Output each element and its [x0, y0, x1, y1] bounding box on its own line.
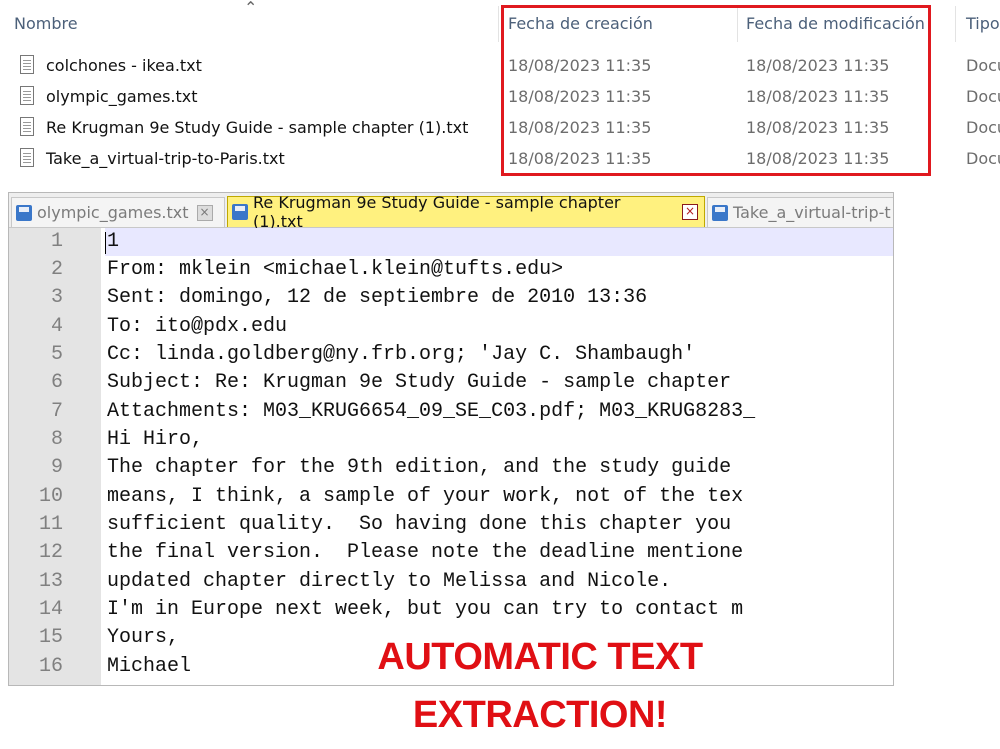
text-editor-area[interactable]: 1 From: mklein <michael.klein@tufts.edu>…: [105, 228, 893, 685]
date-columns-highlight: [501, 5, 931, 176]
column-divider[interactable]: [955, 6, 956, 42]
line-number: 11: [38, 513, 63, 536]
tab-label: olympic_games.txt: [37, 203, 189, 222]
text-line: I'm in Europe next week, but you can try…: [107, 598, 744, 621]
text-line: 1: [107, 230, 120, 253]
line-number: 14: [38, 598, 63, 621]
column-header-type[interactable]: Tipo: [966, 0, 1000, 46]
file-name: Take_a_virtual-trip-to-Paris.txt: [46, 149, 285, 168]
text-line: Sent: domingo, 12 de septiembre de 2010 …: [107, 286, 648, 309]
sort-ascending-icon: ⌃: [244, 0, 258, 17]
banner-line-1: AUTOMATIC TEXT: [377, 636, 703, 678]
tab-virtual-trip-paris[interactable]: Take_a_virtual-trip-t: [707, 197, 893, 227]
text-line: To: ito@pdx.edu: [107, 315, 288, 338]
file-type: Docu: [966, 118, 1000, 137]
file-explorer: ⌃ Nombre Fecha de creación Fecha de modi…: [0, 0, 1000, 186]
tab-label: Take_a_virtual-trip-t: [733, 203, 891, 222]
text-line: Michael: [107, 655, 192, 678]
text-caret: [105, 232, 106, 254]
text-line: the final version. Please note the deadl…: [107, 541, 744, 564]
line-number: 3: [50, 286, 63, 309]
text-line: Cc: linda.goldberg@ny.frb.org; 'Jay C. S…: [107, 343, 696, 366]
column-header-name[interactable]: Nombre: [14, 0, 78, 46]
close-icon[interactable]: ×: [682, 204, 698, 220]
line-number: 1: [50, 230, 63, 253]
text-file-icon: [20, 55, 34, 74]
column-divider[interactable]: [498, 6, 499, 42]
notepad-editor: olympic_games.txt × Re Krugman 9e Study …: [8, 192, 894, 686]
file-type: Docu: [966, 56, 1000, 75]
file-name: olympic_games.txt: [46, 87, 198, 106]
line-number: 2: [50, 258, 63, 281]
text-line: Hi Hiro,: [107, 428, 204, 451]
tab-olympic-games[interactable]: olympic_games.txt ×: [11, 197, 225, 227]
file-type: Docu: [966, 149, 1000, 168]
save-disk-icon: [16, 204, 32, 221]
line-number: 8: [50, 428, 63, 451]
line-number: 5: [50, 343, 63, 366]
text-file-icon: [20, 148, 34, 167]
file-name: colchones - ikea.txt: [46, 56, 202, 75]
line-number: 4: [50, 315, 63, 338]
text-line: The chapter for the 9th edition, and the…: [107, 456, 732, 479]
text-line: sufficient quality. So having done this …: [107, 513, 732, 536]
close-icon[interactable]: ×: [196, 204, 213, 221]
banner-line-2: EXTRACTION!: [412, 694, 668, 736]
current-line-highlight: [105, 228, 893, 256]
line-number: 9: [50, 456, 63, 479]
tab-bar: olympic_games.txt × Re Krugman 9e Study …: [9, 193, 893, 231]
line-number: 12: [38, 541, 63, 564]
text-line: Attachments: M03_KRUG6654_09_SE_C03.pdf;…: [107, 400, 756, 423]
text-file-icon: [20, 117, 34, 136]
line-number: 16: [38, 655, 63, 678]
line-number-gutter: 1 2 3 4 5 6 7 8 9 10 11 12 13 14 15 16: [9, 228, 101, 685]
text-file-icon: [20, 86, 34, 105]
file-type: Docu: [966, 87, 1000, 106]
tab-krugman-study-guide[interactable]: Re Krugman 9e Study Guide - sample chapt…: [227, 193, 705, 231]
text-line: means, I think, a sample of your work, n…: [107, 485, 744, 508]
line-number: 6: [50, 371, 63, 394]
line-number: 13: [38, 570, 63, 593]
line-number: 15: [38, 626, 63, 649]
text-line: From: mklein <michael.klein@tufts.edu>: [107, 258, 564, 281]
save-disk-icon: [712, 204, 728, 221]
file-name: Re Krugman 9e Study Guide - sample chapt…: [46, 118, 469, 137]
text-line: Yours,: [107, 626, 180, 649]
text-line: Subject: Re: Krugman 9e Study Guide - sa…: [107, 371, 732, 394]
save-disk-icon: [232, 204, 248, 220]
automatic-text-extraction-banner: AUTOMATIC TEXT EXTRACTION!: [310, 628, 770, 744]
line-number: 7: [50, 400, 63, 423]
tab-label: Re Krugman 9e Study Guide - sample chapt…: [253, 193, 621, 231]
text-line: updated chapter directly to Melissa and …: [107, 570, 672, 593]
line-number: 10: [38, 485, 63, 508]
